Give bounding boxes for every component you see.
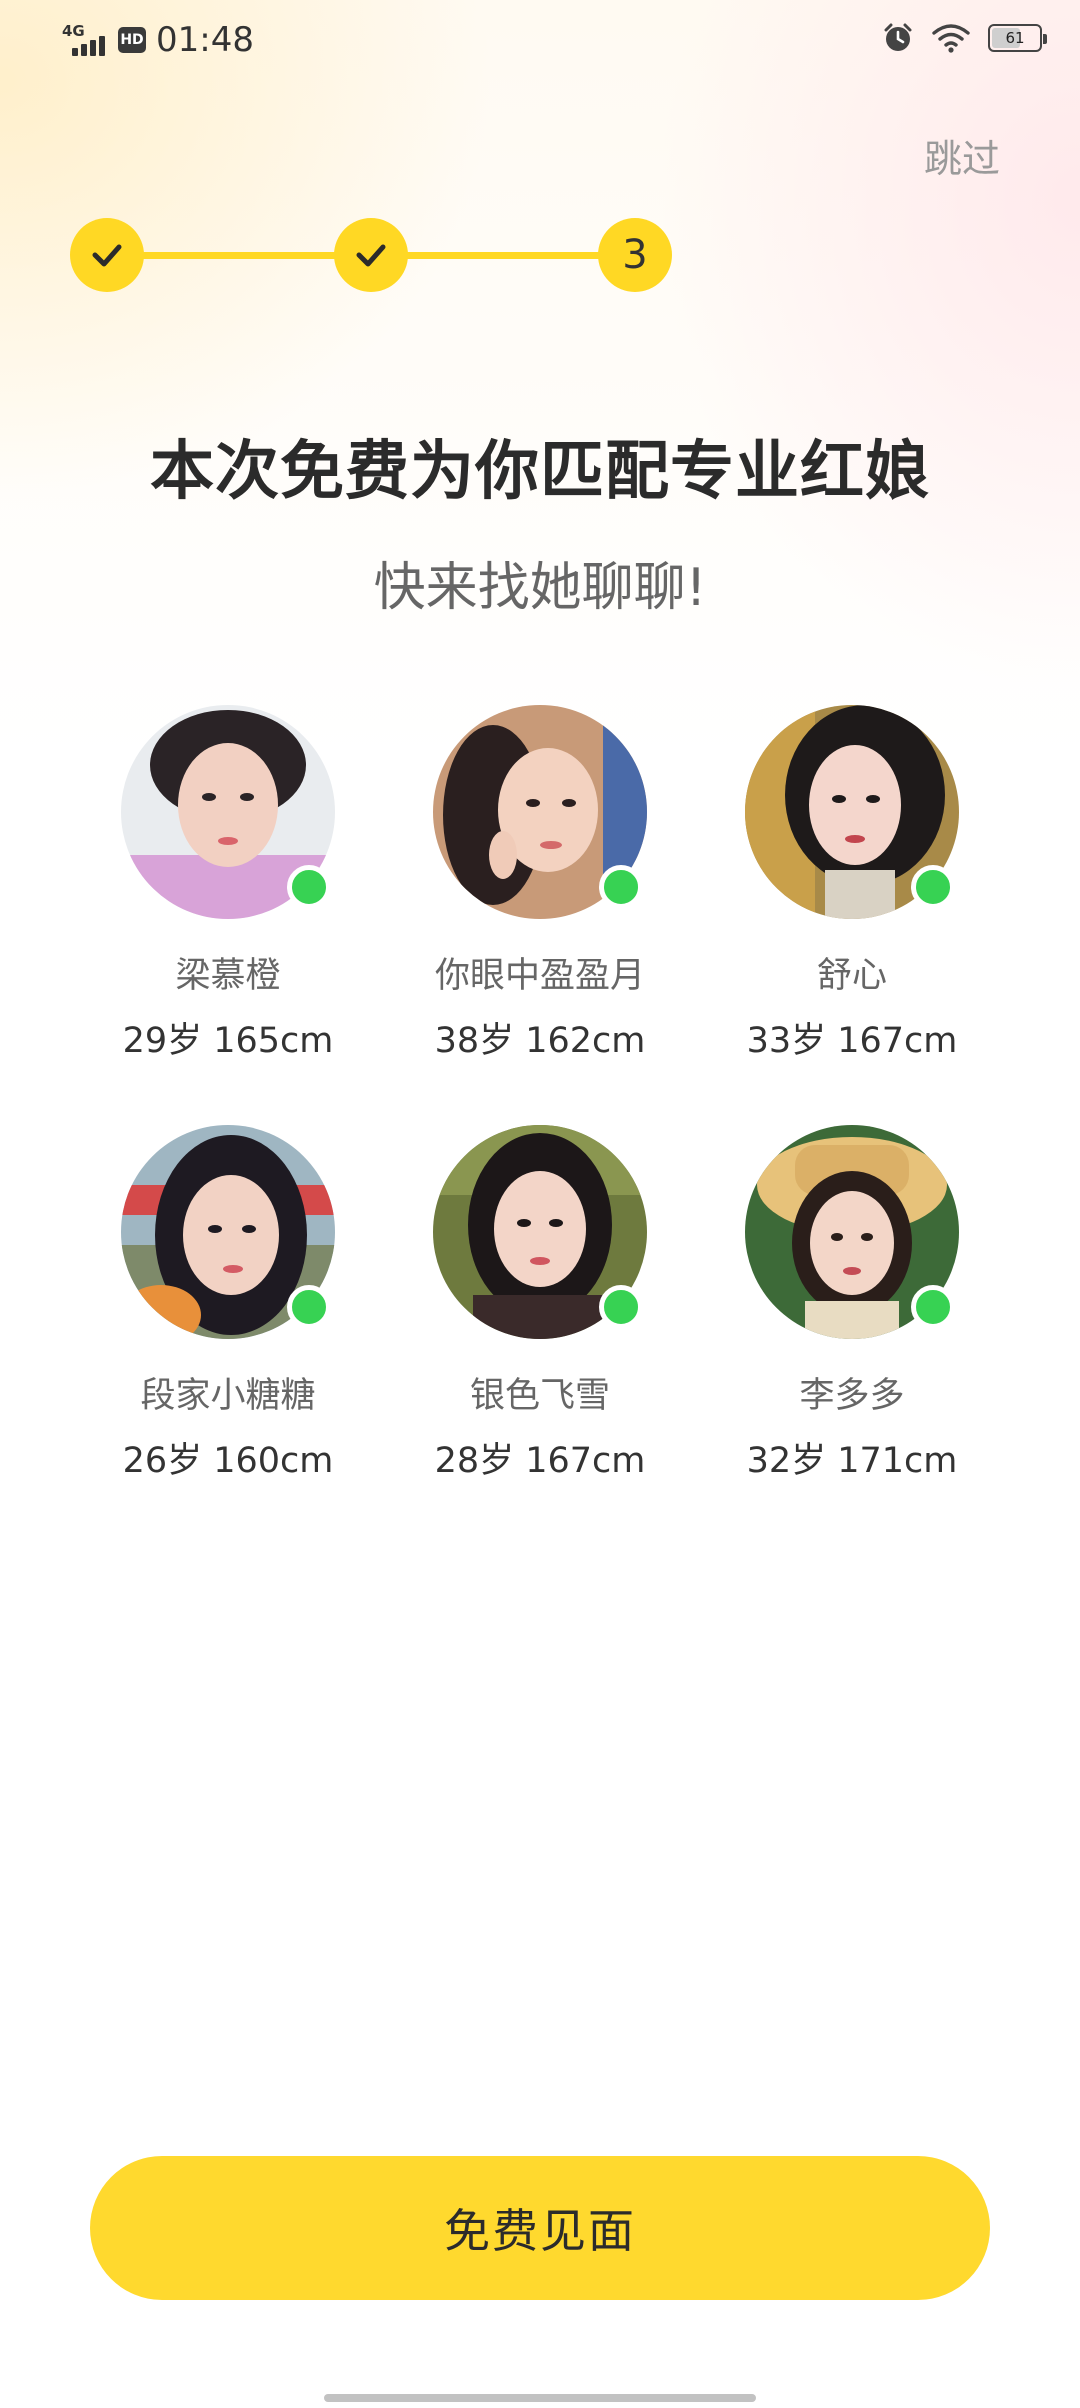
avatar[interactable]	[745, 1125, 959, 1339]
profile-info: 29岁 165cm	[122, 1021, 334, 1061]
step-connector	[400, 252, 620, 259]
avatar[interactable]	[121, 1125, 335, 1339]
profile-info: 28岁 167cm	[434, 1441, 646, 1481]
status-bar: 4G HD 01:48 61	[0, 0, 1080, 90]
signal-icon: 4G	[62, 20, 112, 60]
profile-name: 舒心	[816, 956, 887, 996]
online-indicator	[599, 1285, 643, 1329]
profile-card[interactable]: 银色飞雪 28岁 167cm	[390, 1125, 690, 1483]
home-indicator[interactable]	[324, 2394, 756, 2402]
free-meet-button[interactable]: 免费见面	[90, 2156, 990, 2300]
profile-info: 33岁 167cm	[746, 1021, 958, 1061]
step-3-label: 3	[622, 232, 648, 278]
profile-card[interactable]: 你眼中盈盈月 38岁 162cm	[390, 705, 690, 1063]
profile-card[interactable]: 梁慕橙 29岁 165cm	[78, 705, 378, 1063]
online-indicator	[287, 865, 331, 909]
profile-name: 李多多	[799, 1376, 905, 1416]
online-indicator	[911, 1285, 955, 1329]
profile-card[interactable]: 段家小糖糖 26岁 160cm	[78, 1125, 378, 1483]
step-3: 3	[598, 218, 672, 292]
profile-name: 银色飞雪	[469, 1376, 610, 1416]
step-2	[334, 218, 408, 292]
profile-card[interactable]: 舒心 33岁 167cm	[702, 705, 1002, 1063]
status-time: 01:48	[156, 20, 254, 60]
wifi-icon	[932, 24, 970, 53]
profile-name: 梁慕橙	[175, 956, 281, 996]
check-icon	[92, 244, 122, 267]
profile-info: 32岁 171cm	[746, 1441, 958, 1481]
profile-info: 26岁 160cm	[122, 1441, 334, 1481]
avatar[interactable]	[121, 705, 335, 919]
avatar[interactable]	[433, 705, 647, 919]
network-type: 4G	[62, 22, 85, 40]
alarm-icon	[884, 23, 912, 51]
status-left: 4G HD 01:48	[62, 20, 254, 60]
progress-stepper: 3	[70, 218, 672, 294]
online-indicator	[599, 865, 643, 909]
battery-level: 61	[1005, 29, 1025, 47]
step-connector	[130, 252, 350, 259]
skip-button[interactable]: 跳过	[924, 128, 1000, 183]
profile-name: 你眼中盈盈月	[434, 956, 645, 996]
battery-icon: 61	[988, 24, 1047, 52]
page-title: 本次免费为你匹配专业红娘	[150, 435, 930, 509]
check-icon	[356, 244, 386, 267]
page-subtitle: 快来找她聊聊!	[373, 558, 707, 618]
profile-card[interactable]: 李多多 32岁 171cm	[702, 1125, 1002, 1483]
step-1	[70, 218, 144, 292]
hd-badge: HD	[118, 27, 146, 53]
avatar[interactable]	[745, 705, 959, 919]
online-indicator	[287, 1285, 331, 1329]
profile-name: 段家小糖糖	[140, 1376, 316, 1416]
avatar[interactable]	[433, 1125, 647, 1339]
profile-info: 38岁 162cm	[434, 1021, 646, 1061]
status-right: 61	[882, 22, 1047, 54]
online-indicator	[911, 865, 955, 909]
